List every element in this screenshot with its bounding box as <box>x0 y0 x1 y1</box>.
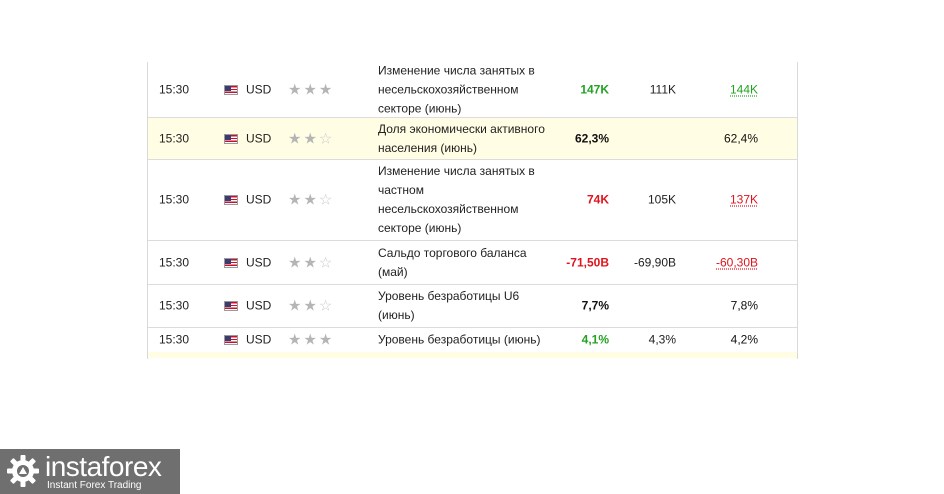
importance-stars-icon: ★★☆ <box>288 191 335 209</box>
actual-value: 7,7% <box>581 298 609 313</box>
previous-value: 4,2% <box>730 332 758 347</box>
economic-calendar-table: 15:30 USD ★★★ Изменение числа занятых в … <box>147 62 798 359</box>
currency: USD <box>246 131 272 145</box>
currency: USD <box>246 332 272 347</box>
previous-value: 7,8% <box>730 298 758 313</box>
importance-stars-icon: ★★☆ <box>288 130 335 147</box>
table-row: 15:30 USD ★★★ Изменение числа занятых в … <box>148 62 797 118</box>
event-name[interactable]: Изменение числа занятых в несельскохозяй… <box>378 61 553 118</box>
currency: USD <box>246 255 272 269</box>
forecast-value: -69,90B <box>633 255 676 269</box>
us-flag-icon <box>224 257 238 268</box>
table-row: 15:30 USD ★★☆ Уровень безработицы U6 (ию… <box>148 285 797 328</box>
previous-value[interactable]: 137K <box>730 191 758 210</box>
previous-value[interactable]: -60,30B <box>716 253 758 272</box>
forecast-value: 111K <box>649 82 676 96</box>
actual-value: -71,50B <box>566 255 609 269</box>
table-row: 15:30 USD ★★★ Уровень безработицы (июнь)… <box>148 328 797 352</box>
us-flag-icon <box>224 84 238 95</box>
us-flag-icon <box>224 133 238 144</box>
next-row-strip <box>148 352 797 358</box>
event-name[interactable]: Доля экономически активного населения (и… <box>378 120 553 158</box>
gear-logo-icon <box>7 455 39 487</box>
actual-value: 4,1% <box>581 332 609 347</box>
event-name[interactable]: Сальдо торгового баланса (май) <box>378 244 538 282</box>
table-row: 15:30 USD ★★☆ Сальдо торгового баланса (… <box>148 241 797 285</box>
time: 15:30 <box>159 192 190 207</box>
time: 15:30 <box>159 82 190 96</box>
importance-stars-icon: ★★☆ <box>288 297 335 315</box>
instaforex-logo: instaforex Instant Forex Trading <box>0 449 180 494</box>
importance-stars-icon: ★★★ <box>288 331 335 349</box>
forecast-value: 105K <box>647 192 676 207</box>
currency: USD <box>246 82 272 96</box>
us-flag-icon <box>224 195 238 205</box>
previous-value[interactable]: 144K <box>730 80 758 99</box>
currency: USD <box>246 192 272 207</box>
importance-stars-icon: ★★★ <box>288 81 335 98</box>
time: 15:30 <box>159 131 190 145</box>
event-name[interactable]: Изменение числа занятых в частном несель… <box>378 162 538 238</box>
importance-stars-icon: ★★☆ <box>288 254 335 271</box>
actual-value: 62,3% <box>574 131 609 145</box>
forecast-value: 4,3% <box>648 332 676 347</box>
event-name[interactable]: Уровень безработицы U6 (июнь) <box>378 287 538 325</box>
us-flag-icon <box>224 335 238 345</box>
currency: USD <box>246 298 272 313</box>
actual-value: 74K <box>586 192 609 207</box>
previous-value: 62,4% <box>723 131 758 145</box>
table-row: 15:30 USD ★★☆ Изменение числа занятых в … <box>148 160 797 241</box>
time: 15:30 <box>159 332 190 347</box>
logo-wordmark: instaforex <box>45 451 162 482</box>
table-row: 15:30 USD ★★☆ Доля экономически активног… <box>148 118 797 160</box>
time: 15:30 <box>159 298 190 313</box>
event-name[interactable]: Уровень безработицы (июнь) <box>378 331 578 350</box>
actual-value: 147K <box>580 82 609 96</box>
us-flag-icon <box>224 301 238 311</box>
logo-tagline: Instant Forex Trading <box>47 480 142 491</box>
time: 15:30 <box>159 255 190 269</box>
